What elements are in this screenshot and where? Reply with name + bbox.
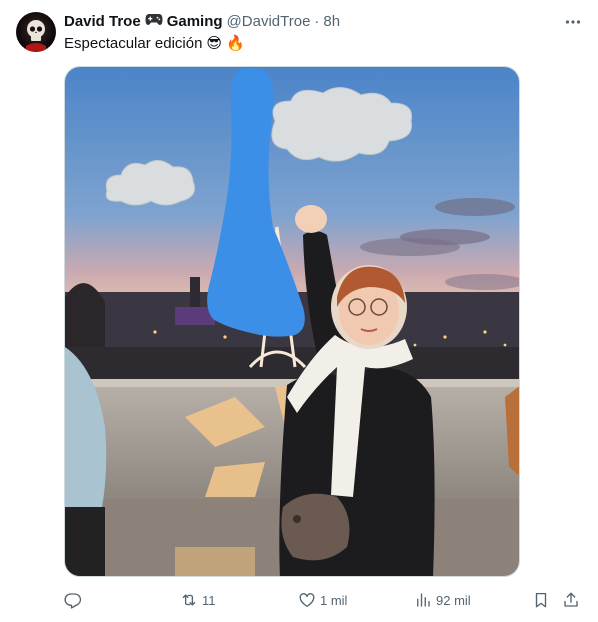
- heart-icon: [299, 593, 315, 608]
- bookmark-button[interactable]: [532, 588, 550, 612]
- views-count: 92 mil: [436, 592, 471, 608]
- share-icon: [564, 592, 578, 607]
- more-dots-icon: [565, 20, 581, 24]
- reply-icon: [64, 593, 82, 609]
- user-handle[interactable]: @DavidTroe: [227, 12, 311, 32]
- avatar[interactable]: [16, 12, 56, 52]
- tweet-timestamp[interactable]: 8h: [323, 12, 340, 32]
- eiffel-photo-illustration: [65, 67, 519, 576]
- skull-avatar-icon: [26, 20, 46, 52]
- retweet-icon: [182, 594, 196, 606]
- like-count: 1 mil: [320, 592, 348, 608]
- retweet-button[interactable]: 11: [180, 588, 216, 612]
- bookmark-icon: [535, 592, 547, 608]
- views-icon: [417, 593, 430, 607]
- display-name[interactable]: David Troe: [64, 12, 141, 32]
- tweet-media-image[interactable]: [64, 66, 520, 577]
- tweet-text-content: Espectacular edición: [64, 35, 203, 52]
- separator-dot: ·: [314, 13, 320, 30]
- views-button[interactable]: 92 mil: [414, 588, 471, 612]
- tweet-header: David Troe Gaming @DavidTroe · 8h: [64, 12, 582, 32]
- fire-emoji-icon: 🔥: [226, 35, 245, 52]
- gamepad-icon: [145, 12, 163, 32]
- like-button[interactable]: 1 mil: [298, 588, 347, 612]
- tweet-text: Espectacular edición 😎 🔥: [64, 34, 245, 54]
- sunglasses-emoji-icon: 😎: [206, 35, 223, 52]
- display-name-suffix[interactable]: Gaming: [167, 12, 223, 32]
- tweet-action-bar: 11 1 mil 92 mil: [56, 588, 586, 612]
- share-button[interactable]: [562, 588, 580, 612]
- reply-button[interactable]: [64, 588, 82, 612]
- retweet-count: 11: [202, 592, 216, 608]
- more-options-button[interactable]: [562, 12, 584, 32]
